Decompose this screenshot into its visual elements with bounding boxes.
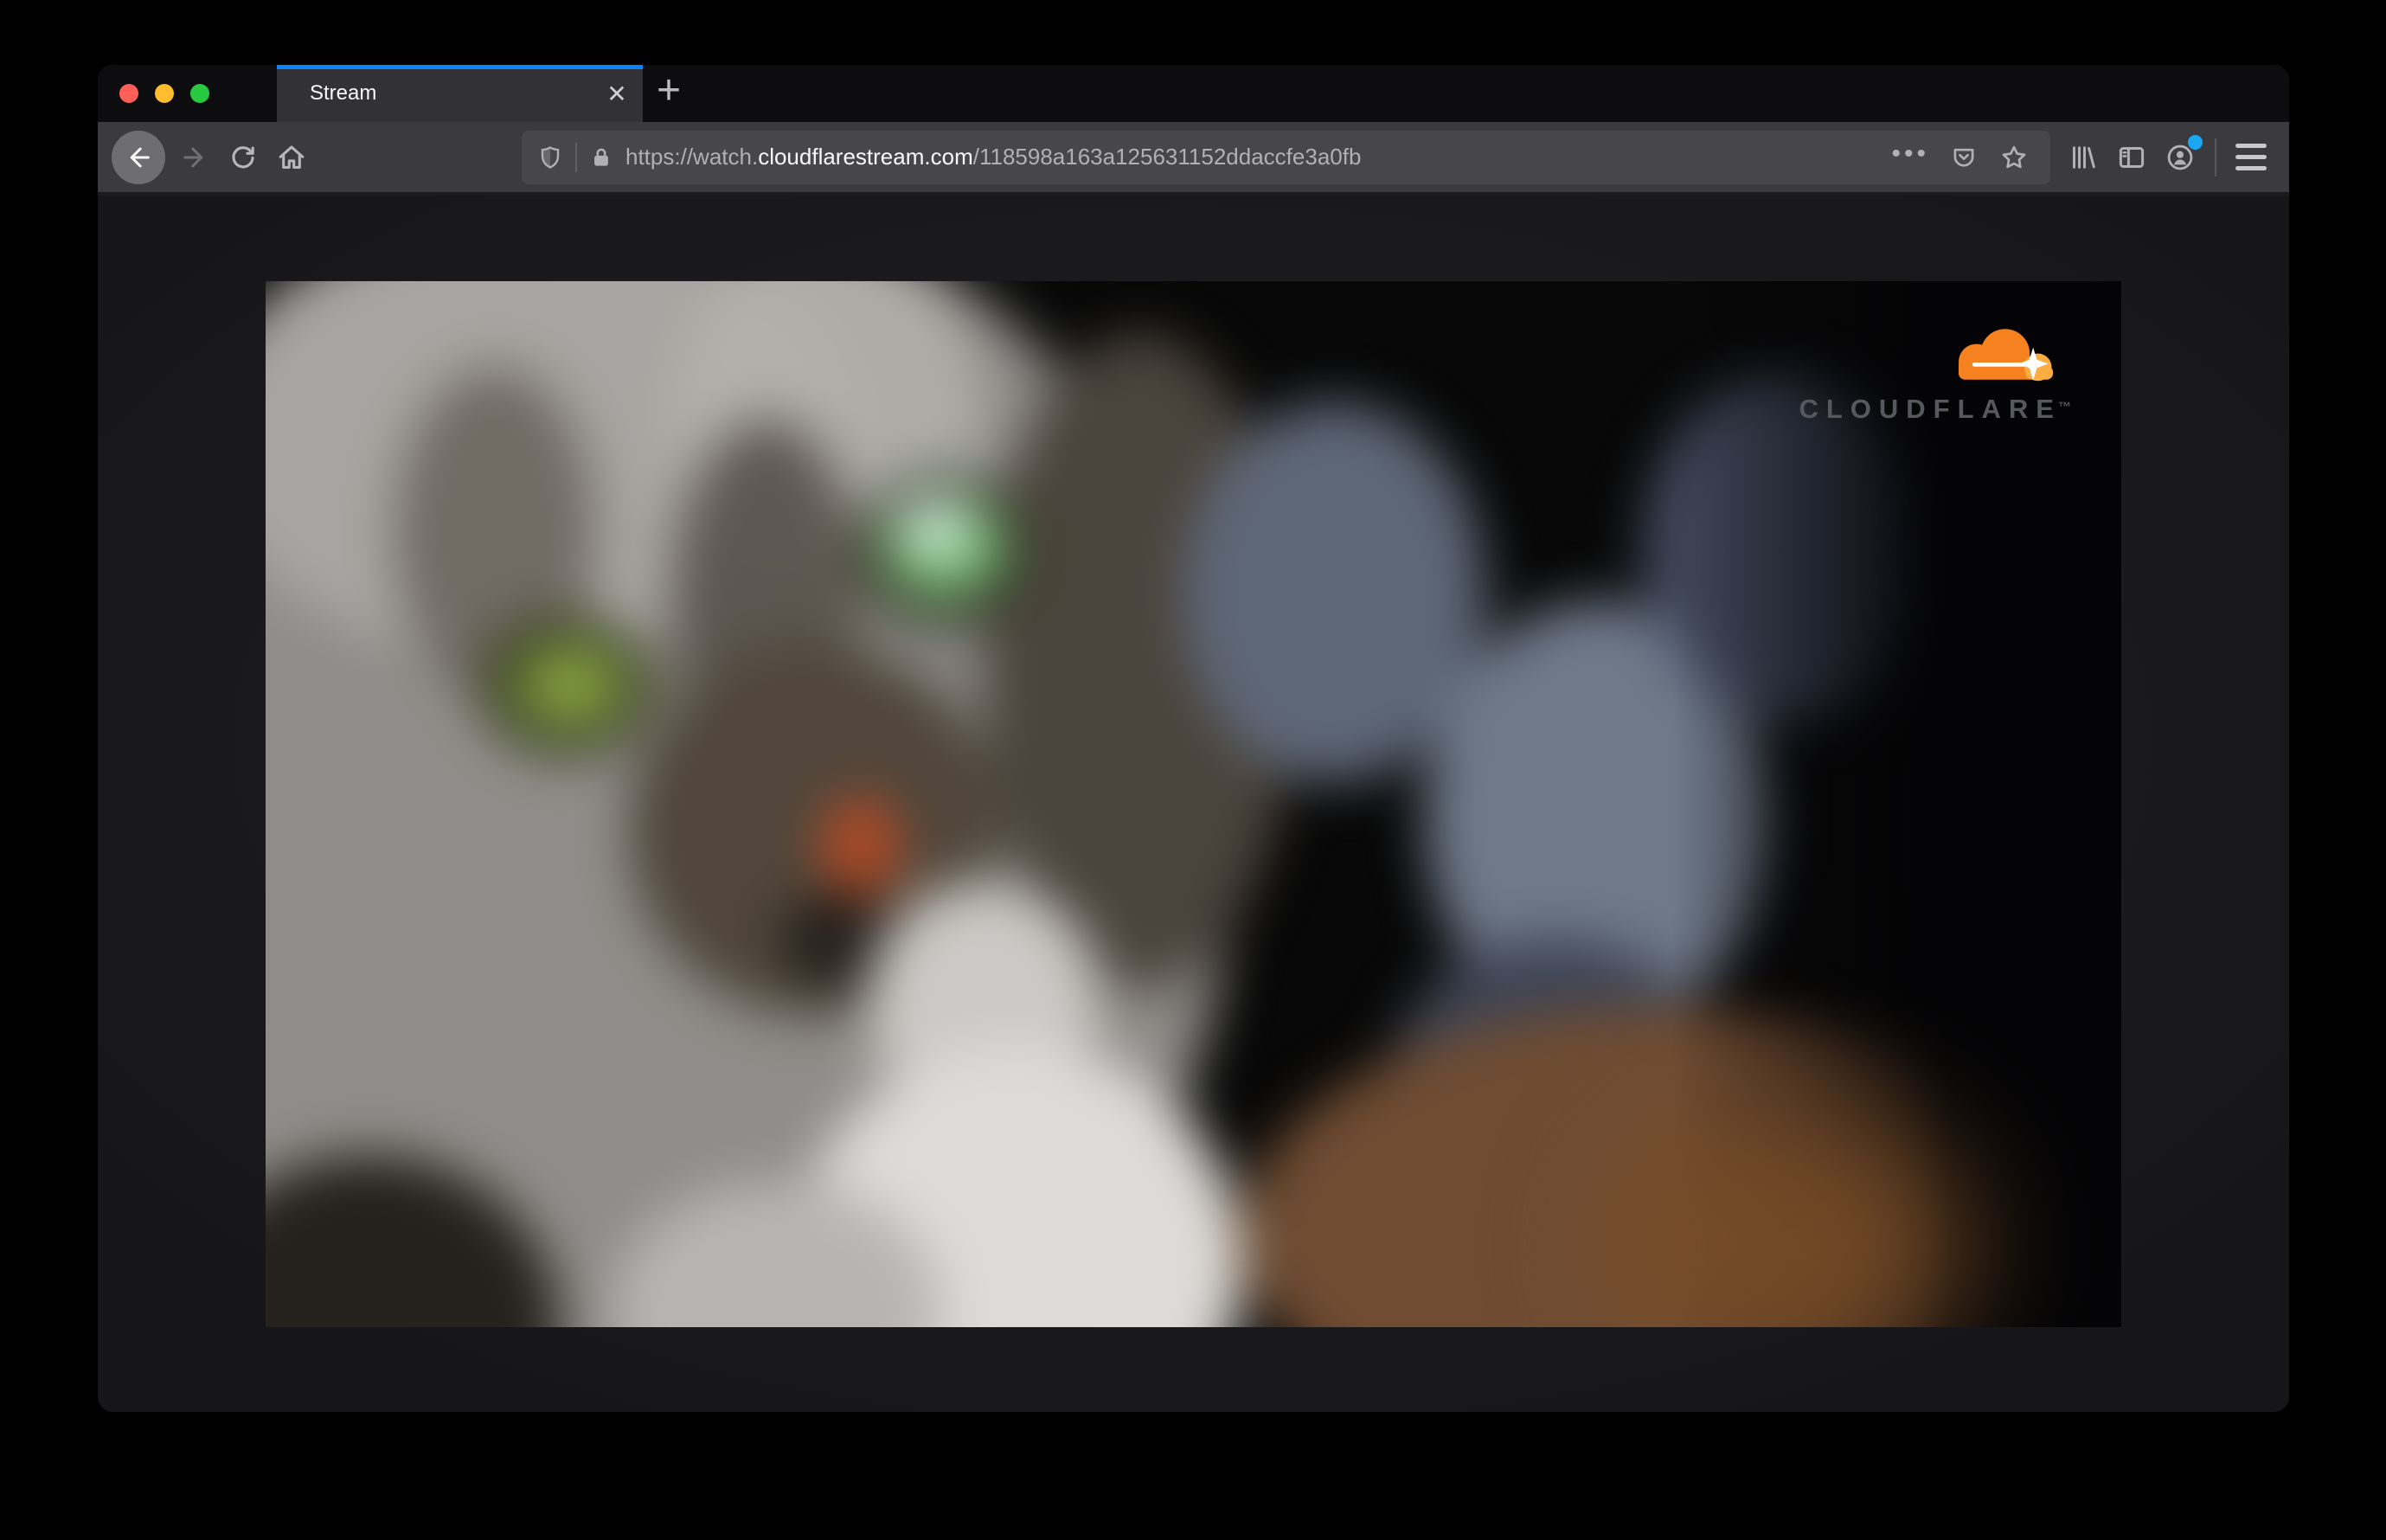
forward-icon [183, 147, 203, 167]
close-window-button[interactable] [119, 84, 138, 103]
library-icon [2073, 145, 2095, 169]
address-bar-actions: ••• [1891, 137, 2035, 178]
sidebar-button[interactable] [2107, 133, 2156, 182]
window-controls [119, 65, 209, 122]
reload-button[interactable] [219, 133, 267, 182]
url-prefix: https://watch. [625, 144, 759, 170]
back-icon [130, 147, 150, 167]
pocket-icon [1953, 148, 1974, 167]
address-bar-divider [575, 142, 577, 172]
zoom-window-button[interactable] [190, 84, 209, 103]
account-notification-badge [2188, 134, 2203, 150]
video-player[interactable]: CLOUDFLARE™ [266, 280, 2121, 1327]
url-path: /118598a163a125631152ddaccfe3a0fb [972, 144, 1362, 170]
bookmark-star-icon [2002, 145, 2026, 168]
account-button[interactable] [2156, 133, 2204, 182]
home-button[interactable] [267, 133, 316, 182]
trademark-symbol: ™ [2058, 399, 2071, 414]
toolbar-divider [2215, 138, 2216, 176]
menu-button[interactable] [2227, 133, 2275, 182]
navigation-toolbar: https://watch.cloudflarestream.com/11859… [98, 122, 2289, 194]
cloudflare-cloud-icon [1959, 328, 2054, 381]
minimize-window-button[interactable] [155, 84, 174, 103]
close-tab-icon[interactable]: ✕ [598, 74, 636, 112]
menu-icon [2235, 144, 2267, 170]
tracking-protection-shield-icon[interactable] [537, 144, 563, 170]
reload-icon [232, 145, 254, 168]
sidebar-icon [2119, 146, 2145, 168]
page-content: CLOUDFLARE™ [98, 196, 2289, 1412]
cloudflare-wordmark: CLOUDFLARE™ [1799, 393, 2071, 424]
home-icon [279, 144, 305, 169]
address-bar[interactable]: https://watch.cloudflarestream.com/11859… [522, 130, 2050, 184]
bookmark-button[interactable] [1993, 137, 2035, 178]
forward-button[interactable] [170, 133, 219, 182]
title-bar: Stream ✕ + [98, 65, 2289, 122]
lock-icon[interactable] [589, 145, 613, 170]
url-domain: cloudflarestream.com [758, 144, 973, 170]
new-tab-button[interactable]: + [641, 65, 696, 122]
url-text: https://watch.cloudflarestream.com/11859… [625, 144, 1361, 170]
cloudflare-logo: CLOUDFLARE™ [1799, 324, 2071, 422]
back-button[interactable] [112, 130, 165, 184]
pocket-button[interactable] [1943, 137, 1985, 178]
tab-stream[interactable]: Stream ✕ [277, 65, 643, 122]
library-button[interactable] [2059, 133, 2107, 182]
browser-window: Stream ✕ + https://watch.cloudflarestrea… [98, 65, 2289, 1412]
tab-title: Stream [310, 81, 377, 105]
new-tab-icon: + [656, 67, 682, 113]
